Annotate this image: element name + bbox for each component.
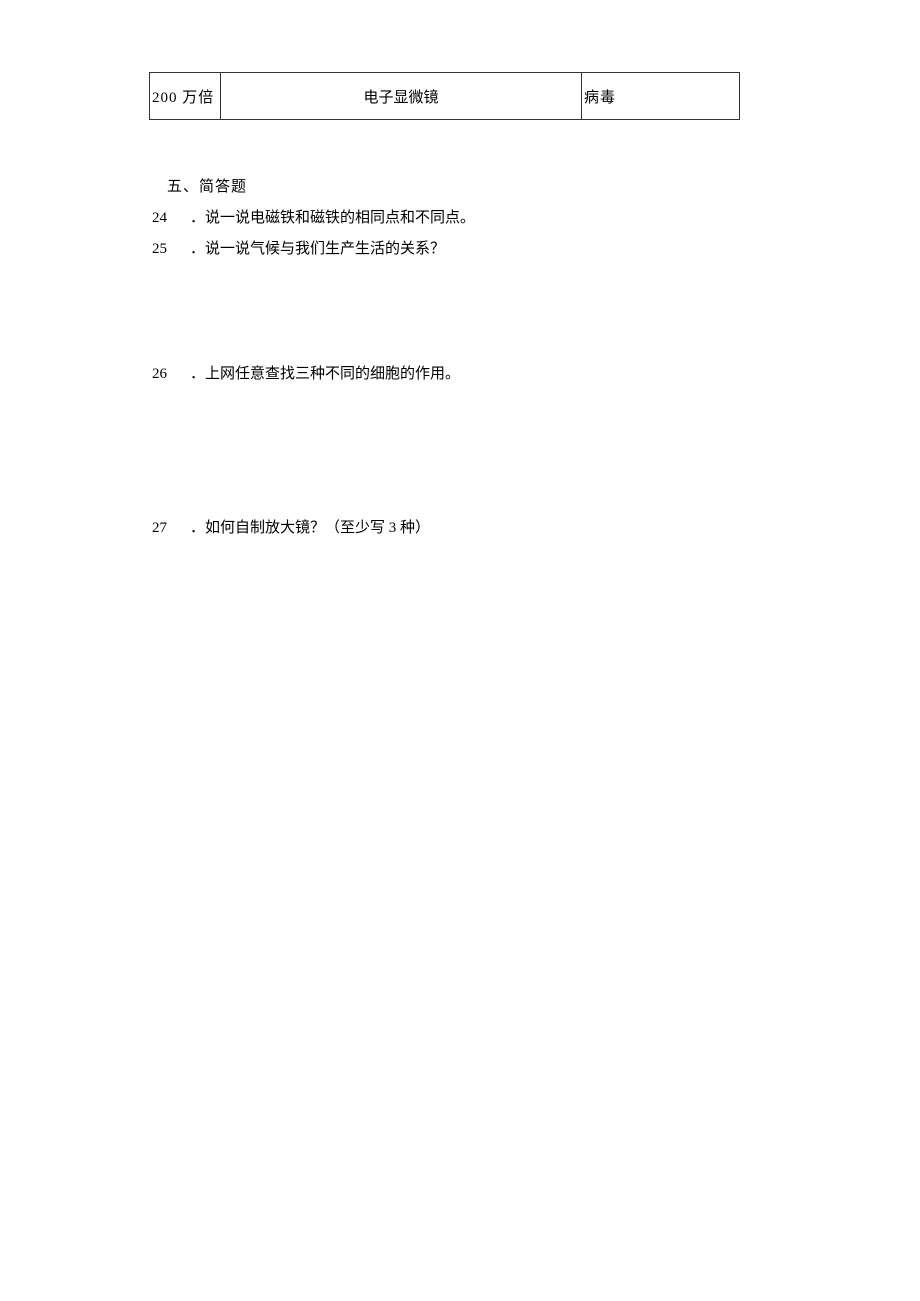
cell-object: 病毒 <box>582 73 740 120</box>
data-table: 200 万倍 电子显微镜 病毒 <box>149 72 740 120</box>
question-text: ．上网任意查找三种不同的细胞的作用。 <box>190 366 460 382</box>
question-text: ．说一说电磁铁和磁铁的相同点和不同点。 <box>190 210 475 226</box>
table-row: 200 万倍 电子显微镜 病毒 <box>150 73 740 120</box>
cell-instrument: 电子显微镜 <box>221 73 582 120</box>
question-number: 26 <box>152 362 190 386</box>
question-25: 25．说一说气候与我们生产生活的关系？ <box>152 237 445 261</box>
question-text: ．说一说气候与我们生产生活的关系？ <box>190 241 445 257</box>
question-24: 24．说一说电磁铁和磁铁的相同点和不同点。 <box>152 206 475 230</box>
cell-magnification: 200 万倍 <box>150 73 221 120</box>
question-27: 27．如何自制放大镜？（至少写 3 种） <box>152 516 430 540</box>
question-number: 25 <box>152 237 190 261</box>
section-title: 五、简答题 <box>167 175 247 196</box>
question-26: 26．上网任意查找三种不同的细胞的作用。 <box>152 362 460 386</box>
question-number: 24 <box>152 206 190 230</box>
page-root: 200 万倍 电子显微镜 病毒 五、简答题 24．说一说电磁铁和磁铁的相同点和不… <box>0 0 920 1301</box>
question-text: ．如何自制放大镜？（至少写 3 种） <box>190 520 430 536</box>
question-number: 27 <box>152 516 190 540</box>
